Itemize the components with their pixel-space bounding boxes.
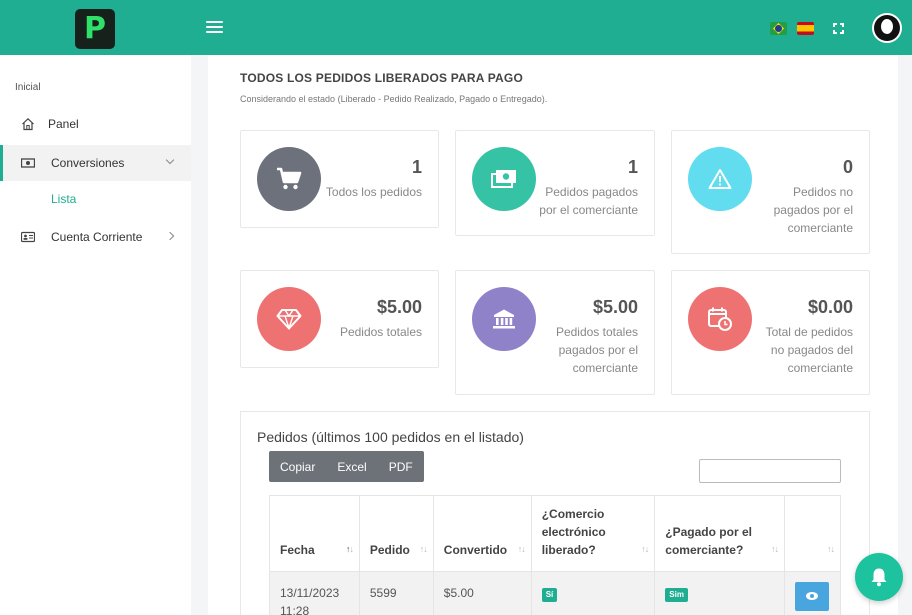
stat-value: 0 — [842, 157, 853, 177]
sidebar-item-cuenta-corriente[interactable]: Cuenta Corriente — [0, 219, 191, 255]
spain-flag-icon[interactable] — [797, 22, 814, 35]
user-avatar[interactable] — [872, 13, 902, 43]
stat-card-all-orders: 1 Todos los pedidos — [240, 130, 439, 228]
page-title: TODOS LOS PEDIDOS LIBERADOS PARA PAGO — [240, 71, 523, 85]
cell-actions — [783, 571, 842, 615]
stat-card-total-orders: $5.00 Pedidos totales — [240, 270, 439, 368]
sidebar-subitem-lista[interactable]: Lista — [51, 192, 76, 206]
money-icon — [21, 156, 35, 170]
table-row: 13/11/2023 11:28 5599 $5.00 Sí Sim — [269, 571, 842, 615]
cart-icon — [277, 167, 302, 190]
column-header-convertido[interactable]: Convertido ↑↓ — [432, 495, 532, 572]
export-button-group: Copiar Excel PDF — [269, 451, 424, 482]
stat-label: Todos los pedidos — [325, 185, 422, 199]
pdf-button[interactable]: PDF — [378, 451, 424, 482]
calendar-clock-icon — [708, 307, 732, 331]
cell-paid: Sim — [654, 571, 785, 615]
cell-order: 5599 — [358, 571, 434, 615]
stat-label: Pedidos pagados por el comerciante — [539, 185, 638, 217]
column-header-pedido[interactable]: Pedido ↑↓ — [358, 495, 434, 572]
sort-icon: ↑↓ — [770, 544, 779, 554]
stat-icon-circle — [257, 287, 321, 351]
sort-icon: ↑↓ — [827, 544, 835, 554]
id-card-icon — [21, 230, 35, 244]
sidebar-item-label: Cuenta Corriente — [51, 230, 143, 244]
status-badge: Sí — [541, 588, 558, 602]
sort-icon: ↑↓ — [517, 544, 526, 554]
stat-icon-circle — [472, 287, 536, 351]
column-header-paid-by-merchant[interactable]: ¿Pagado por el comerciante? ↑↓ — [654, 495, 785, 572]
fullscreen-icon[interactable] — [833, 23, 844, 34]
home-icon — [21, 117, 35, 131]
cell-released: Sí — [530, 571, 656, 615]
orders-table-title: Pedidos (últimos 100 pedidos en el lista… — [257, 429, 524, 445]
stat-value: $5.00 — [376, 297, 422, 317]
stat-value: $0.00 — [807, 297, 853, 317]
money-bill-icon — [491, 170, 516, 188]
stat-card-unpaid-orders: 0 Pedidos no pagados por el comerciante — [671, 130, 870, 254]
stat-icon-circle — [688, 147, 752, 211]
orders-table-card: Pedidos (últimos 100 pedidos en el lista… — [240, 411, 870, 615]
app-logo[interactable]: P — [75, 9, 115, 49]
top-bar: P — [0, 0, 912, 55]
stat-label: Total de pedidos no pagados del comerciant… — [765, 325, 853, 375]
stat-value: $5.00 — [592, 297, 638, 317]
page-subtitle: Considerando el estado (Liberado - Pedid… — [240, 94, 548, 104]
bell-icon — [871, 568, 887, 587]
sort-icon: ↑↓ — [419, 544, 428, 554]
cell-converted: $5.00 — [432, 571, 532, 615]
sidebar-item-label: Conversiones — [51, 156, 125, 170]
stat-icon-circle — [257, 147, 321, 211]
sidebar-item-conversiones[interactable]: Conversiones — [0, 145, 191, 181]
sort-icon: ↑↓ — [345, 544, 354, 554]
orders-table: Fecha ↑↓ Pedido ↑↓ Convertido ↑↓ ¿Comercio e… — [269, 495, 842, 615]
excel-button[interactable]: Excel — [326, 451, 377, 482]
main-content: TODOS LOS PEDIDOS LIBERADOS PARA PAGO Co… — [208, 55, 898, 615]
stat-label: Pedidos totales pagados por el comerciante — [555, 325, 638, 375]
brazil-flag-icon[interactable] — [770, 22, 787, 35]
notification-bell-button[interactable] — [855, 553, 903, 601]
warning-icon — [708, 169, 732, 189]
stat-card-paid-orders: 1 Pedidos pagados por el comerciante — [455, 130, 655, 236]
bank-icon — [493, 309, 515, 329]
stat-label: Pedidos no pagados por el comerciante — [773, 185, 853, 235]
status-badge: Sim — [665, 588, 688, 602]
stat-value: 1 — [411, 157, 422, 177]
chevron-down-icon — [165, 155, 175, 165]
stat-card-total-paid: $5.00 Pedidos totales pagados por el comer… — [455, 270, 655, 395]
stat-icon-circle — [472, 147, 536, 211]
sidebar: Inicial Panel Conversiones Lista Cuenta … — [0, 55, 191, 615]
stat-label: Pedidos totales — [339, 325, 422, 339]
sort-icon: ↑↓ — [641, 544, 649, 554]
chevron-right-icon — [165, 231, 175, 241]
sidebar-item-panel[interactable]: Panel — [0, 106, 191, 142]
view-button[interactable] — [794, 582, 829, 611]
column-header-ecommerce-released[interactable]: ¿Comercio electrónico liberado? ↑↓ — [530, 495, 656, 572]
menu-toggle-icon[interactable] — [206, 21, 223, 35]
logo-letter: P — [84, 11, 106, 46]
stat-card-total-unpaid: $0.00 Total de pedidos no pagados del come… — [671, 270, 870, 395]
diamond-icon — [276, 309, 302, 330]
copy-button[interactable]: Copiar — [269, 451, 326, 482]
stat-icon-circle — [688, 287, 752, 351]
column-header-actions[interactable]: ↑↓ — [783, 495, 842, 572]
table-search-input[interactable] — [699, 459, 841, 483]
stat-value: 1 — [627, 157, 638, 177]
cell-date: 13/11/2023 11:28 — [269, 571, 360, 615]
sidebar-item-label: Panel — [48, 117, 79, 131]
sidebar-section-title: Inicial — [15, 82, 41, 93]
column-header-fecha[interactable]: Fecha ↑↓ — [269, 495, 360, 572]
